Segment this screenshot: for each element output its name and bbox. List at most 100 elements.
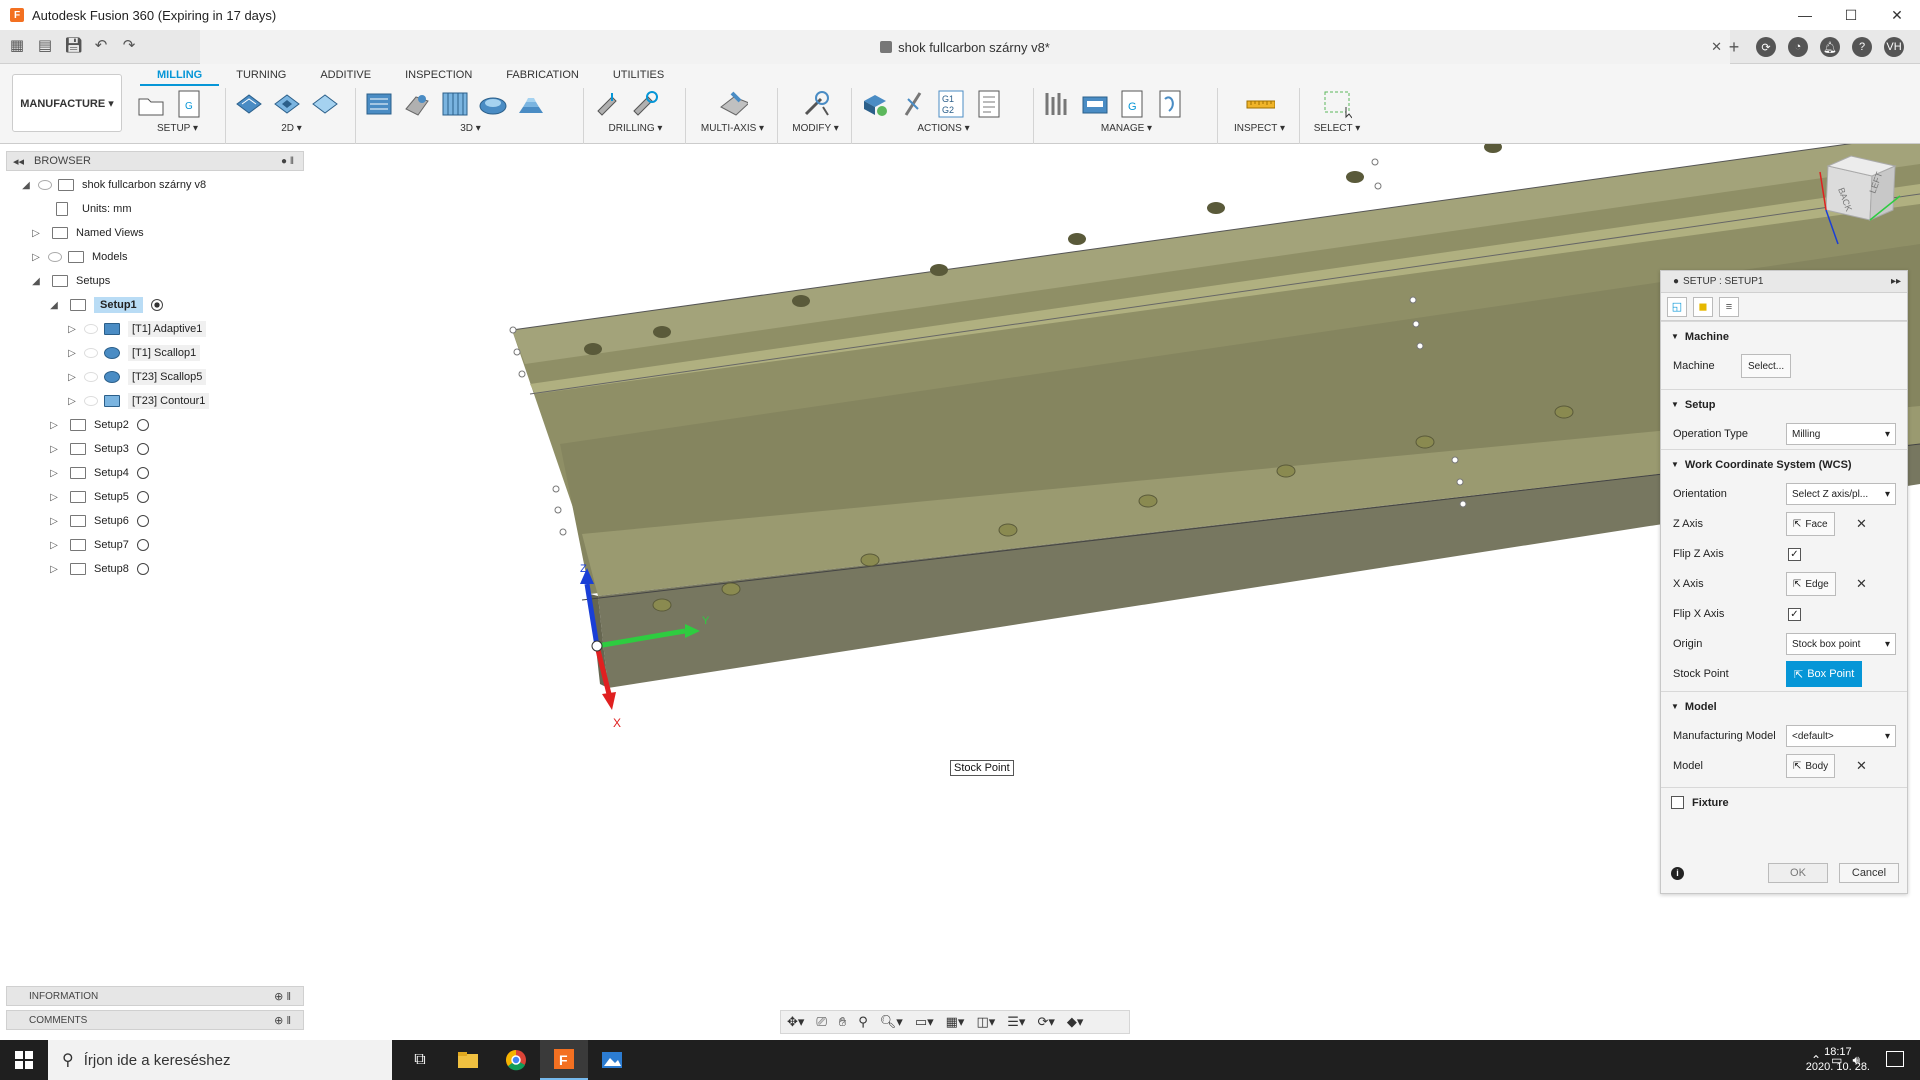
tree-setup7[interactable]: ▷ Setup7: [20, 533, 304, 557]
post-library-icon[interactable]: G: [1118, 89, 1148, 119]
tree-named-views[interactable]: ▷ Named Views: [20, 221, 304, 245]
dialog-expand-icon[interactable]: ▸▸: [1891, 276, 1901, 287]
dialog-header[interactable]: ● SETUP : SETUP1 ▸▸: [1661, 271, 1907, 293]
user-avatar[interactable]: VH: [1884, 37, 1904, 57]
tree-setup1[interactable]: ◢ Setup1: [20, 293, 304, 317]
effects-icon[interactable]: ◆▾: [1067, 1014, 1084, 1030]
inspect-group-label[interactable]: INSPECT ▾: [1220, 123, 1299, 134]
expand-icon[interactable]: ▷: [48, 420, 60, 431]
section-machine[interactable]: ▼ Machine: [1661, 321, 1907, 351]
expand-icon[interactable]: ▷: [48, 468, 60, 479]
visibility-eye-icon[interactable]: [48, 252, 62, 262]
expand-icon[interactable]: ▷: [48, 540, 60, 551]
pan-icon[interactable]: ✋︎: [839, 1014, 846, 1030]
visibility-eye-icon[interactable]: [38, 180, 52, 190]
tab-utilities[interactable]: UTILITIES: [596, 66, 681, 86]
start-button[interactable]: [0, 1040, 48, 1080]
tab-milling[interactable]: MILLING: [140, 66, 220, 86]
post-process-tab-icon[interactable]: ≡: [1719, 296, 1739, 317]
modify-group-label[interactable]: MODIFY ▾: [780, 123, 851, 134]
expand-icon[interactable]: ▷: [48, 444, 60, 455]
visibility-eye-icon[interactable]: [84, 372, 98, 382]
close-window-button[interactable]: ✕: [1874, 0, 1920, 30]
face-icon[interactable]: [310, 89, 340, 119]
parallel-icon[interactable]: [440, 89, 470, 119]
flip-x-checkbox[interactable]: ✓: [1788, 607, 1801, 621]
visibility-eye-icon[interactable]: [84, 348, 98, 358]
stock-point-selection[interactable]: ⇱ Box Point: [1786, 661, 1863, 687]
action-center-icon[interactable]: [1886, 1051, 1904, 1067]
extensions-icon[interactable]: ⟳: [1756, 37, 1776, 57]
drilling-group-label[interactable]: DRILLING ▾: [586, 123, 685, 134]
tree-setup3[interactable]: ▷ Setup3: [20, 437, 304, 461]
tab-fabrication[interactable]: FABRICATION: [489, 66, 596, 86]
zoom-window-icon[interactable]: 🔍︎▾: [880, 1014, 903, 1030]
section-model[interactable]: ▼ Model: [1661, 691, 1907, 721]
manage-group-label[interactable]: MANAGE ▾: [1036, 123, 1217, 134]
operation-row[interactable]: ▷ [T23] Scallop5: [20, 365, 304, 389]
expand-icon[interactable]: ▷: [30, 252, 42, 263]
save-icon[interactable]: 💾︎: [64, 36, 83, 54]
machine-select-button[interactable]: Select...: [1741, 354, 1792, 378]
scallop-icon[interactable]: [478, 89, 508, 119]
notifications-icon[interactable]: 🔔︎: [1820, 37, 1840, 57]
multi-axis-group-label[interactable]: MULTI-AXIS ▾: [688, 123, 777, 134]
fusion-taskbar-icon[interactable]: F: [540, 1040, 588, 1080]
expand-icon[interactable]: ▷: [48, 492, 60, 503]
2d-pocket-icon[interactable]: [272, 89, 302, 119]
actions-group-label[interactable]: ACTIONS ▾: [854, 123, 1033, 134]
task-view-icon[interactable]: ⧉: [396, 1040, 444, 1080]
cancel-button[interactable]: Cancel: [1839, 863, 1899, 883]
workspace-switcher[interactable]: MANUFACTURE ▾: [12, 74, 122, 132]
3d-group-label[interactable]: 3D ▾: [358, 123, 583, 134]
setup-group-label[interactable]: SETUP ▾: [130, 123, 225, 134]
collapse-icon[interactable]: ◢: [20, 180, 32, 191]
tree-units[interactable]: Units: mm: [20, 197, 304, 221]
expand-icon[interactable]: ▷: [48, 516, 60, 527]
operation-type-select[interactable]: Milling ▾: [1786, 423, 1896, 445]
stock-tab-icon[interactable]: ◼: [1693, 296, 1713, 317]
tab-inspection[interactable]: INSPECTION: [388, 66, 489, 86]
3d-pocket-icon[interactable]: [402, 89, 432, 119]
3d-adaptive-icon[interactable]: [364, 89, 394, 119]
grid-settings-icon[interactable]: ▦▾: [946, 1014, 965, 1030]
setup-sheet-action-icon[interactable]: [974, 89, 1004, 119]
expand-icon[interactable]: ▷: [66, 396, 78, 407]
viewports-icon[interactable]: ◫▾: [976, 1014, 995, 1030]
tree-models[interactable]: ▷ Models: [20, 245, 304, 269]
operation-row[interactable]: ▷ [T1] Scallop1: [20, 341, 304, 365]
system-clock[interactable]: 18:17 2020. 10. 28.: [1806, 1045, 1870, 1075]
measure-icon[interactable]: [1245, 89, 1275, 119]
z-axis-selection[interactable]: ⇱ Face: [1786, 512, 1835, 536]
visibility-eye-icon[interactable]: [84, 324, 98, 334]
x-axis-selection[interactable]: ⇱ Edge: [1786, 572, 1836, 596]
display-settings-icon[interactable]: ▭▾: [915, 1014, 934, 1030]
expand-information-icon[interactable]: ⊕ ‖: [274, 990, 291, 1003]
file-explorer-icon[interactable]: [444, 1040, 492, 1080]
drill-icon[interactable]: [592, 89, 622, 119]
new-tab-icon[interactable]: +: [1724, 37, 1744, 57]
hole-recognition-icon[interactable]: [630, 89, 660, 119]
taskbar-search-input[interactable]: ⚲ Írjon ide a kereséshez: [48, 1040, 392, 1080]
job-status-icon[interactable]: ◔: [1788, 37, 1808, 57]
2d-adaptive-icon[interactable]: [234, 89, 264, 119]
new-setup-icon[interactable]: [136, 89, 166, 119]
activate-setup-radio[interactable]: [136, 515, 149, 527]
modify-toolpath-icon[interactable]: [801, 89, 831, 119]
tree-setup8[interactable]: ▷ Setup8: [20, 557, 304, 581]
activate-setup-radio[interactable]: [136, 467, 149, 479]
tree-setup6[interactable]: ▷ Setup6: [20, 509, 304, 533]
simulate-icon[interactable]: [860, 89, 890, 119]
undo-icon[interactable]: ↶: [92, 36, 110, 54]
flip-z-checkbox[interactable]: ✓: [1788, 547, 1801, 561]
clear-x-axis-icon[interactable]: ✕: [1856, 576, 1867, 592]
activate-setup-radio[interactable]: [136, 491, 149, 503]
document-tab[interactable]: shok fullcarbon szárny v8* ✕: [200, 30, 1730, 64]
expand-icon[interactable]: ▷: [48, 564, 60, 575]
operation-row[interactable]: ▷ [T1] Adaptive1: [20, 317, 304, 341]
fixture-checkbox[interactable]: [1671, 796, 1684, 809]
minimize-browser-icon[interactable]: ● ‖: [281, 156, 294, 167]
setup-tab-icon[interactable]: ◱: [1667, 296, 1687, 317]
expand-icon[interactable]: ▷: [66, 324, 78, 335]
simulate-with-machine-icon[interactable]: [898, 89, 928, 119]
